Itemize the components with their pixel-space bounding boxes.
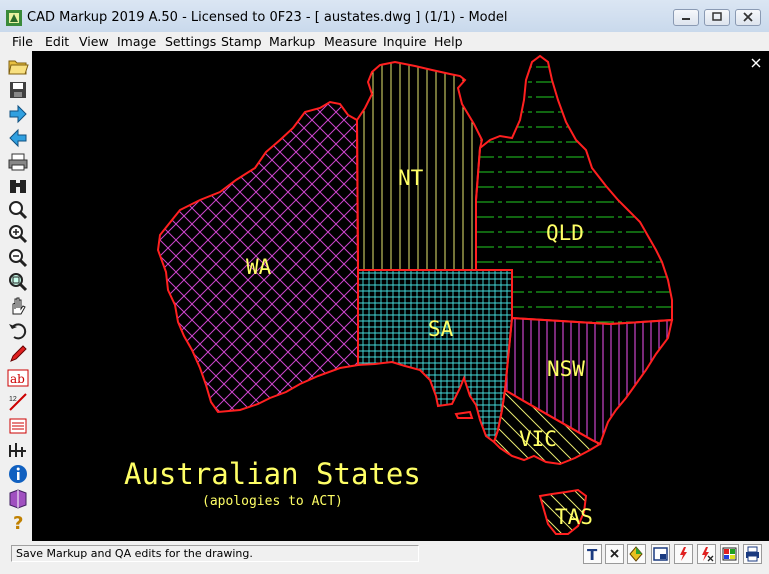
state-sa[interactable] xyxy=(357,269,513,444)
open-folder-icon[interactable] xyxy=(7,55,29,77)
window-title: CAD Markup 2019 A.50 - Licensed to 0F23 … xyxy=(27,10,508,25)
lightning-x-button[interactable] xyxy=(697,544,716,564)
australia-map: WA NT QLD SA NSW VIC TAS Australian Stat… xyxy=(124,54,761,535)
label-nt: NT xyxy=(398,166,424,190)
kangaroo-island xyxy=(454,410,474,419)
print-icon[interactable] xyxy=(7,151,29,173)
label-qld: QLD xyxy=(546,221,584,245)
lightning-icon xyxy=(680,547,687,561)
close-button[interactable] xyxy=(735,9,761,26)
drawing-canvas[interactable]: WA NT QLD SA NSW VIC TAS Australian Stat… xyxy=(32,51,769,541)
zoom-icon[interactable] xyxy=(7,199,29,221)
undo-icon[interactable] xyxy=(7,319,29,341)
printer-icon xyxy=(746,546,759,562)
label-tas: TAS xyxy=(555,505,593,529)
maximize-icon xyxy=(712,12,722,21)
save-icon[interactable] xyxy=(7,79,29,101)
text-t-icon: T xyxy=(587,546,598,564)
text-tool-button[interactable]: T xyxy=(583,544,602,564)
title-bar: CAD Markup 2019 A.50 - Licensed to 0F23 … xyxy=(0,0,769,32)
menu-image[interactable]: Image xyxy=(117,34,156,49)
maximize-button[interactable] xyxy=(704,9,730,26)
info-icon[interactable] xyxy=(7,463,29,485)
color-palette-button[interactable] xyxy=(720,544,739,564)
back-arrow-icon[interactable] xyxy=(7,127,29,149)
close-icon xyxy=(743,12,753,22)
layer-color-icon xyxy=(629,546,643,562)
label-vic: VIC xyxy=(519,427,557,451)
text-ab-icon[interactable]: ab xyxy=(7,367,29,389)
layer-color-button[interactable] xyxy=(627,544,646,564)
svg-text:T: T xyxy=(587,546,598,563)
layers-icon[interactable] xyxy=(7,415,29,437)
menu-inquire[interactable]: Inquire xyxy=(383,34,427,49)
lightning-x-icon xyxy=(702,547,714,562)
label-wa: WA xyxy=(246,255,272,279)
status-bar: Save Markup and QA edits for the drawing… xyxy=(0,541,769,574)
printer-button[interactable] xyxy=(743,544,762,564)
menu-stamp[interactable]: Stamp xyxy=(221,34,262,49)
measure-icon[interactable] xyxy=(7,439,29,461)
label-nsw: NSW xyxy=(547,357,585,381)
menu-help[interactable]: Help xyxy=(434,34,463,49)
zoom-in-icon[interactable] xyxy=(7,223,29,245)
svg-text:?: ? xyxy=(13,513,23,533)
status-message: Save Markup and QA edits for the drawing… xyxy=(11,545,419,562)
zoom-window-icon[interactable] xyxy=(7,271,29,293)
menu-bar: File Edit View Image Settings Stamp Mark… xyxy=(0,32,769,51)
dimension-icon[interactable]: 12 xyxy=(7,391,29,413)
menu-file[interactable]: File xyxy=(12,34,33,49)
minimize-button[interactable] xyxy=(673,9,699,26)
left-toolbar: ab 12 ? xyxy=(0,51,32,541)
label-sa: SA xyxy=(428,317,454,341)
drawing-subtitle: (apologies to ACT) xyxy=(202,494,343,509)
delete-markup-button[interactable] xyxy=(605,544,624,564)
close-x-icon xyxy=(610,549,619,558)
color-palette-icon xyxy=(722,547,737,561)
help-icon[interactable]: ? xyxy=(7,511,29,533)
pencil-icon[interactable] xyxy=(7,343,29,365)
canvas-close-icon[interactable] xyxy=(751,58,761,68)
app-icon xyxy=(6,10,22,26)
menu-measure[interactable]: Measure xyxy=(324,34,377,49)
book-icon[interactable] xyxy=(7,487,29,509)
svg-text:ab: ab xyxy=(10,372,25,386)
menu-view[interactable]: View xyxy=(79,34,109,49)
next-arrow-icon[interactable] xyxy=(7,103,29,125)
binoculars-icon[interactable] xyxy=(7,175,29,197)
pan-hand-icon[interactable] xyxy=(7,295,29,317)
drawing-title: Australian States xyxy=(124,457,421,491)
menu-settings[interactable]: Settings xyxy=(165,34,216,49)
menu-markup[interactable]: Markup xyxy=(269,34,315,49)
minimize-icon xyxy=(682,18,690,20)
window-button[interactable] xyxy=(651,544,670,564)
menu-edit[interactable]: Edit xyxy=(45,34,69,49)
lightning-button[interactable] xyxy=(674,544,693,564)
zoom-out-icon[interactable] xyxy=(7,247,29,269)
window-icon xyxy=(653,547,668,561)
svg-text:12: 12 xyxy=(9,396,17,403)
